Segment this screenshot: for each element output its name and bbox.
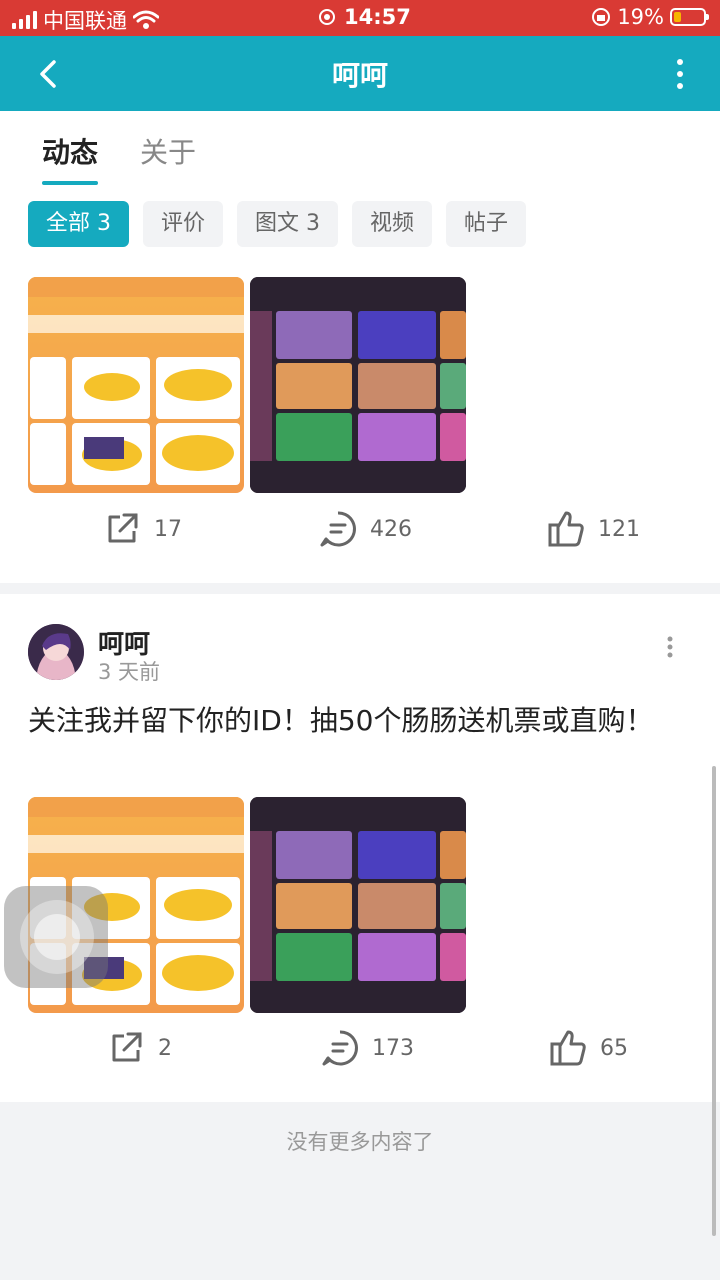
comment-count: 426 (370, 516, 412, 542)
post-text[interactable]: 关注我并留下你的ID！抽50个肠肠送机票或直购！ (28, 698, 678, 744)
post-image-game[interactable] (250, 797, 466, 1013)
page-title: 呵呵 (331, 59, 388, 92)
post-image-game[interactable] (250, 277, 466, 493)
comment-button[interactable]: 173 (320, 1028, 414, 1068)
filter-image-text[interactable]: 图文 3 (237, 201, 339, 247)
like-button[interactable]: 121 (546, 509, 640, 549)
comment-icon (322, 1030, 358, 1066)
comment-button[interactable]: 426 (318, 509, 412, 549)
share-icon (108, 513, 138, 543)
battery-icon (670, 8, 709, 26)
post-actions: 2 173 65 (0, 1028, 720, 1088)
filter-chips: 全部 3 评价 图文 3 视频 帖子 (28, 201, 527, 247)
feed-card-post: 呵呵 3 天前 关注我并留下你的ID！抽50个肠肠送机票或直购！ 2 173 6… (0, 594, 720, 1102)
top-nav-bar: 呵呵 (0, 36, 720, 111)
like-count: 65 (600, 1035, 628, 1061)
thumbs-up-icon (548, 511, 584, 547)
share-count: 17 (154, 516, 182, 542)
clock: 14:57 (344, 5, 411, 29)
scrollbar[interactable] (712, 766, 716, 1236)
assistive-touch-button[interactable] (4, 886, 108, 988)
post-time: 3 天前 (98, 660, 161, 684)
no-more-content: 没有更多内容了 (286, 1130, 434, 1154)
share-icon (112, 1032, 142, 1062)
filter-video[interactable]: 视频 (352, 201, 433, 247)
more-vertical-icon[interactable] (666, 636, 674, 658)
share-button[interactable]: 2 (106, 1028, 172, 1068)
carrier-label: 中国联通 (43, 9, 127, 33)
like-button[interactable]: 65 (548, 1028, 628, 1068)
wifi-icon (133, 10, 159, 29)
battery-percent: 19% (617, 5, 664, 29)
post-actions: 17 426 121 (0, 509, 720, 569)
like-count: 121 (598, 516, 640, 542)
tab-activity[interactable]: 动态 (42, 131, 99, 185)
rotation-lock-icon (592, 8, 611, 26)
post-images (28, 277, 466, 493)
tab-bar: 动态 关于 (42, 131, 196, 185)
post-image-shop[interactable] (28, 277, 244, 493)
filter-review[interactable]: 评价 (143, 201, 224, 247)
share-count: 2 (158, 1035, 172, 1061)
location-icon (319, 9, 335, 25)
more-vertical-icon[interactable] (674, 58, 686, 90)
filter-all[interactable]: 全部 3 (28, 201, 129, 247)
status-bar: 中国联通 14:57 19% (0, 0, 720, 36)
thumbs-up-icon (550, 1030, 586, 1066)
comment-icon (320, 511, 356, 547)
filter-post[interactable]: 帖子 (446, 201, 527, 247)
comment-count: 173 (372, 1035, 414, 1061)
avatar[interactable] (28, 624, 84, 680)
signal-icon (12, 11, 37, 29)
tab-about[interactable]: 关于 (140, 131, 196, 185)
feed-card-top: 动态 关于 全部 3 评价 图文 3 视频 帖子 17 426 121 (0, 111, 720, 583)
share-button[interactable]: 17 (102, 509, 182, 549)
